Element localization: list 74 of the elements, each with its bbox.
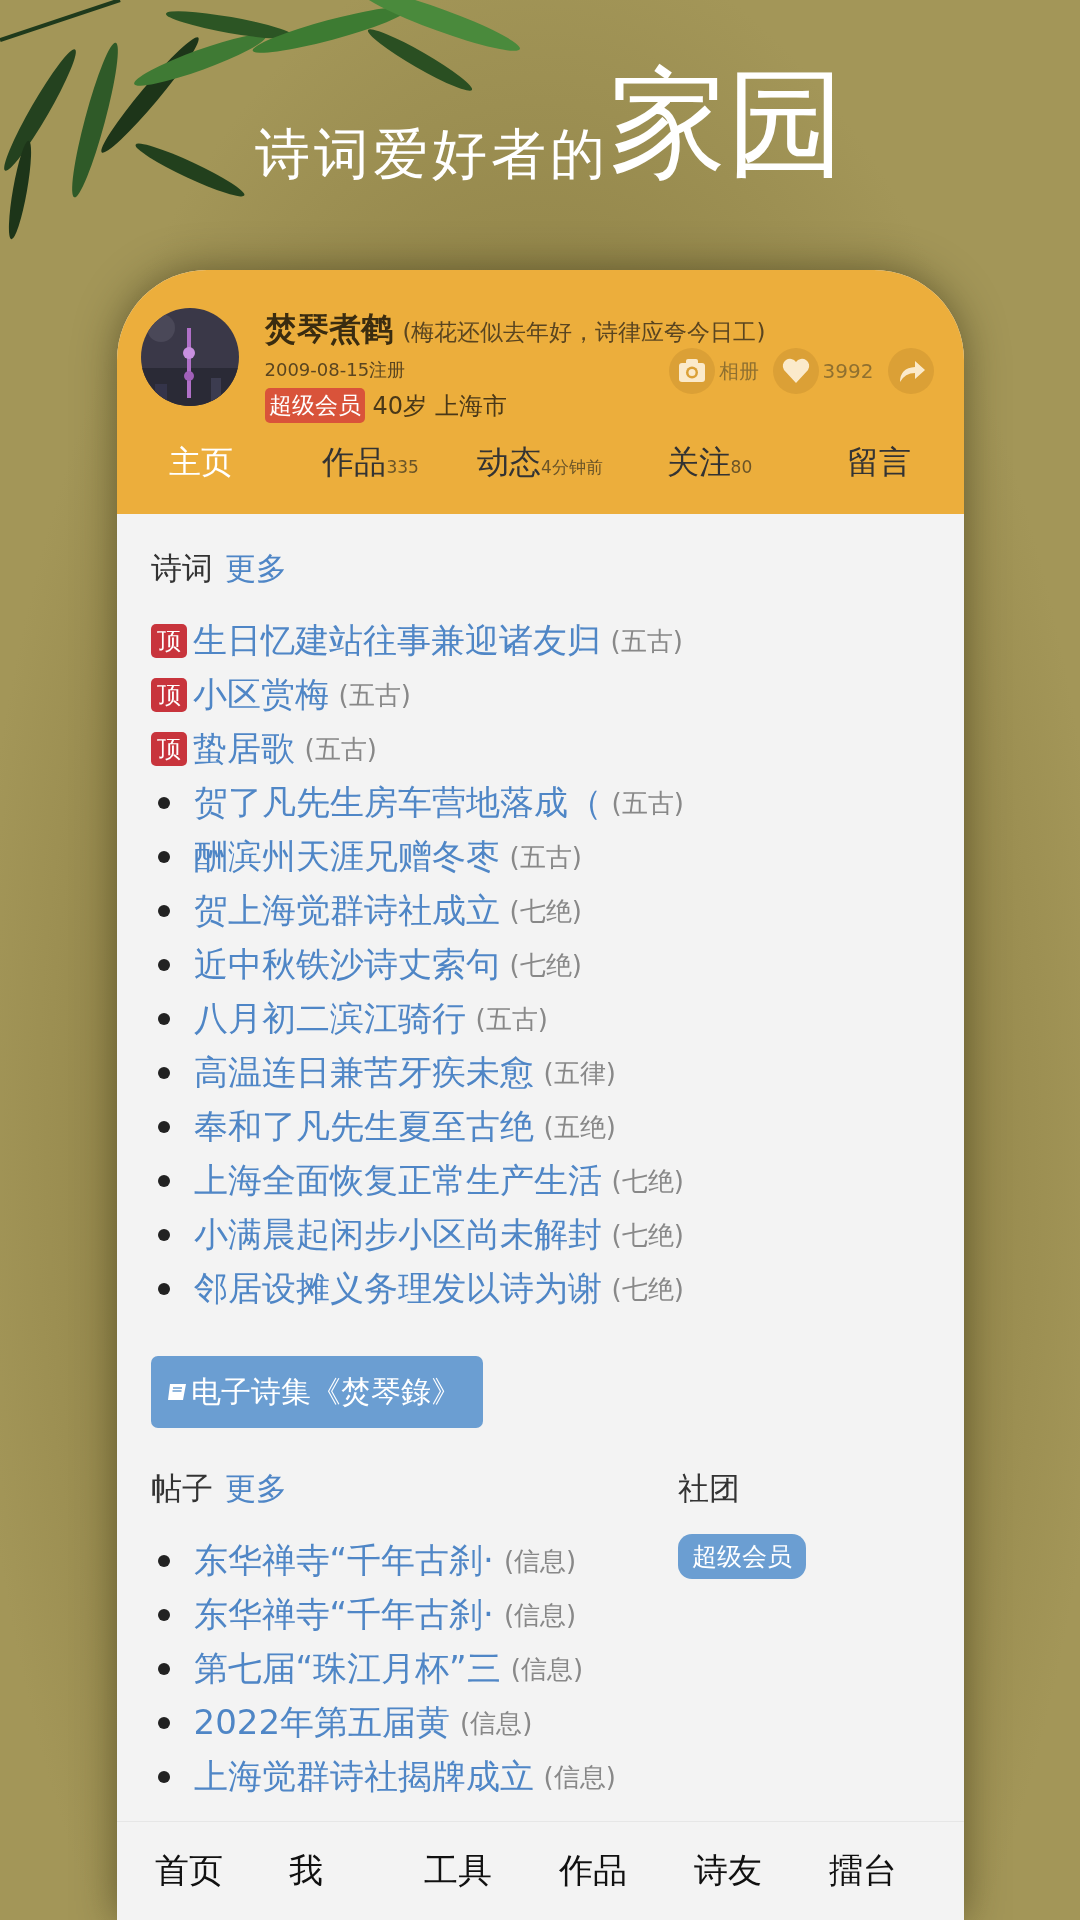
pinned-badge: 顶 [150,732,187,766]
poem-form: (七绝) [509,894,582,928]
profile-tab[interactable]: 动态4分钟前 [455,441,625,485]
section-title: 诗词 [150,549,213,588]
poem-link[interactable]: 小区赏梅 [192,672,329,718]
section-title: 社团 [677,1469,740,1508]
profile-tab[interactable]: 主页 [116,441,286,485]
nav-item[interactable]: 工具 [424,1848,559,1894]
poem-form: (五古) [304,732,377,766]
user-name: 焚琴煮鹤 [264,309,393,350]
poem-link[interactable]: 生日忆建站往事兼迎诸友归 [192,618,601,664]
poem-link[interactable]: 蛰居歌 [192,726,295,772]
poem-link[interactable]: 邻居设摊义务理发以诗为谢 [193,1266,602,1312]
user-city: 上海市 [435,390,508,422]
poem-link[interactable]: 酬滨州天涯兄赠冬枣 [193,834,500,880]
nav-item[interactable]: 首页 [154,1848,290,1894]
post-link[interactable]: 上海觉群诗社揭牌成立 [193,1754,534,1800]
profile-tab[interactable]: 作品335 [285,441,456,485]
headline-emphasis: 家园 [609,53,845,194]
poem-link[interactable]: 奉和了凡先生夏至古绝 [193,1104,534,1150]
poem-form: (五古) [509,840,582,874]
poem-form: (七绝) [509,948,582,982]
poem-form: (五古) [611,786,684,820]
poem-form: (五古) [338,678,411,712]
bullet-icon [157,1771,170,1783]
register-date: 2009-08-15注册 [264,358,407,382]
poem-form: (七绝) [611,1164,684,1198]
action-label: 3992 [822,359,874,383]
pinned-badge: 顶 [150,624,187,658]
poem-form: (七绝) [611,1218,684,1252]
bullet-icon [157,1609,170,1621]
post-link[interactable]: 东华禅寺“千年古刹· [193,1538,494,1584]
poem-form: (五古) [610,624,683,658]
poem-form: (七绝) [611,1272,684,1306]
post-tag: (信息) [503,1597,577,1633]
post-tag: (信息) [460,1705,533,1741]
nav-item[interactable]: 擂台 [828,1848,964,1894]
action-label: 相册 [718,357,759,385]
poem-link[interactable]: 八月初二滨江骑行 [193,996,466,1042]
share-icon[interactable] [887,348,934,394]
post-tag: (信息) [503,1543,577,1579]
poem-link[interactable]: 上海全面恢复正常生产生活 [193,1158,602,1204]
post-link[interactable]: 2022年第五届黄 [193,1700,451,1746]
poem-form: (五律) [543,1056,616,1090]
poem-link[interactable]: 贺了凡先生房车营地落成（ [193,780,602,826]
bullet-icon [157,1555,170,1567]
nav-item[interactable]: 我 [289,1848,425,1894]
more-link[interactable]: 更多 [224,548,287,590]
post-tag: (信息) [543,1759,616,1795]
poem-form: (五古) [475,1002,548,1036]
poem-form: (五绝) [543,1110,616,1144]
poem-link[interactable]: 近中秋铁沙诗丈索句 [193,942,500,988]
poem-link[interactable]: 小满晨起闲步小区尚未解封 [193,1212,602,1258]
nav-item[interactable]: 作品 [559,1848,694,1894]
post-tag: (信息) [510,1651,584,1687]
bullet-icon [157,1663,170,1675]
profile-tab[interactable]: 关注80 [624,441,795,485]
poem-link[interactable]: 贺上海觉群诗社成立 [193,888,500,934]
more-link[interactable]: 更多 [224,1468,287,1510]
camera-icon[interactable] [668,348,715,394]
section-title: 帖子 [150,1469,213,1508]
member-badge: 超级会员 [264,388,365,423]
ebook-button[interactable]: 电子诗集《焚琴錄》 [150,1356,483,1428]
bullet-icon [157,1717,170,1729]
group-tag[interactable]: 超级会员 [677,1534,806,1579]
post-link[interactable]: 第七届“珠江月杯”三 [193,1646,501,1692]
user-motto: (梅花还似去年好，诗律应夸今日工) [402,318,766,347]
poem-link[interactable]: 高温连日兼苦牙疾未愈 [193,1050,534,1096]
user-age: 40岁 [372,390,428,422]
pinned-badge: 顶 [150,678,187,712]
profile-tab[interactable]: 留言 [794,441,964,485]
post-link[interactable]: 东华禅寺“千年古刹· [193,1592,494,1638]
nav-item[interactable]: 诗友 [693,1848,829,1894]
headline-text: 诗词爱好者的 [255,121,609,188]
